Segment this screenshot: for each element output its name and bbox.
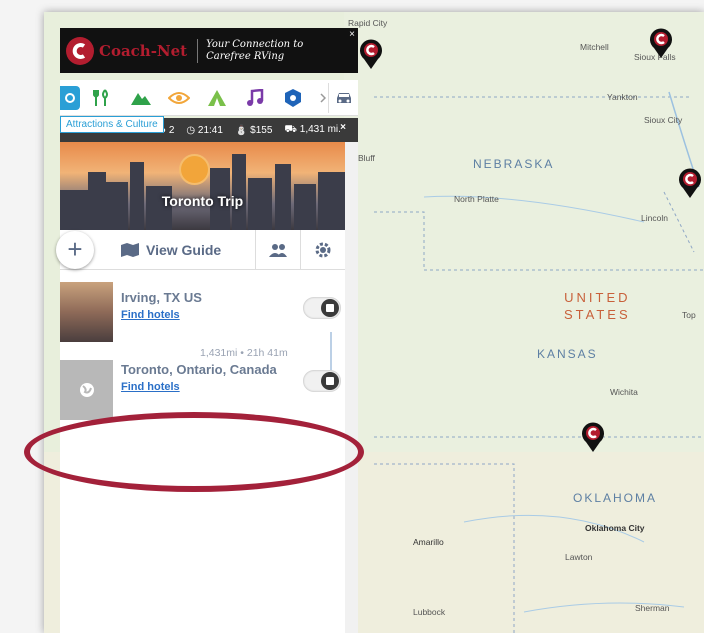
stop-toggle[interactable] bbox=[303, 297, 341, 319]
category-toolbar bbox=[60, 80, 358, 116]
view-guide-button[interactable]: View Guide bbox=[120, 242, 221, 258]
city-label: Amarillo bbox=[413, 537, 444, 547]
country-label-line: UNITED bbox=[564, 290, 631, 305]
city-label: Mitchell bbox=[580, 42, 609, 52]
coachnet-map-pin-icon[interactable] bbox=[649, 28, 673, 58]
coachnet-logo-icon bbox=[66, 36, 94, 65]
distance: ⛟ 1,431 mi. bbox=[284, 123, 341, 135]
stop-name: Toronto, Ontario, Canada bbox=[121, 362, 277, 377]
country-label-line: STATES bbox=[564, 307, 631, 322]
stop-thumbnail bbox=[60, 360, 113, 420]
city-label: Wichita bbox=[610, 387, 638, 397]
toggle-knob bbox=[321, 372, 339, 390]
shield-icon[interactable] bbox=[280, 86, 306, 110]
city-label: North Platte bbox=[454, 194, 499, 204]
globe-icon bbox=[79, 383, 94, 397]
duration-value: 21:41 bbox=[197, 124, 223, 136]
stop-toggle[interactable] bbox=[303, 370, 341, 392]
city-label: Lincoln bbox=[641, 213, 668, 223]
trip-hero-image: Toronto Trip bbox=[60, 142, 345, 230]
coachnet-ad-banner[interactable]: Coach-Net Your Connection to Carefree RV… bbox=[60, 28, 358, 73]
cost-value: $155 bbox=[250, 124, 273, 136]
stop-thumbnail bbox=[60, 282, 113, 342]
find-hotels-link[interactable]: Find hotels bbox=[121, 381, 277, 393]
share-people-icon[interactable] bbox=[255, 229, 300, 270]
ad-tagline: Your Connection to Carefree RVing bbox=[197, 38, 304, 63]
city-label: Bluff bbox=[358, 153, 375, 163]
city-label: Top bbox=[682, 310, 696, 320]
chevron-right-icon[interactable] bbox=[318, 86, 328, 110]
city-label: Sioux City bbox=[644, 115, 683, 125]
toggle-knob bbox=[321, 299, 339, 317]
city-label: Yankton bbox=[607, 92, 638, 102]
cost: ⛄ $155 bbox=[234, 124, 273, 136]
city-label: Lawton bbox=[565, 552, 593, 562]
state-label-kansas: KANSAS bbox=[537, 347, 598, 361]
country-label: UNITED STATES bbox=[564, 289, 631, 323]
city-label: Sherman bbox=[635, 603, 670, 613]
coachnet-map-pin-icon[interactable] bbox=[359, 39, 383, 69]
duration: ◷ 21:41 bbox=[186, 124, 223, 136]
coachnet-map-pin-icon[interactable] bbox=[581, 422, 605, 452]
stops-count-value: 2 bbox=[168, 124, 175, 136]
trip-panel: Toronto Trip + View Guide Irving, TX US … bbox=[24, 142, 364, 633]
eye-icon[interactable] bbox=[166, 86, 192, 110]
add-stop-button[interactable]: + bbox=[56, 230, 94, 269]
car-icon[interactable] bbox=[328, 82, 358, 113]
ad-tagline-line: Your Connection to bbox=[206, 38, 304, 50]
mountain-icon[interactable] bbox=[128, 86, 154, 110]
campground-icon[interactable] bbox=[204, 86, 230, 110]
state-label-oklahoma: OKLAHOMA bbox=[573, 491, 658, 505]
gear-icon[interactable] bbox=[300, 229, 345, 270]
stop-name: Irving, TX US bbox=[121, 290, 202, 305]
music-icon[interactable] bbox=[242, 86, 268, 110]
ad-tagline-line: Carefree RVing bbox=[206, 50, 285, 62]
ad-close-button[interactable]: × bbox=[349, 29, 355, 40]
view-guide-label: View Guide bbox=[146, 241, 222, 258]
category-tooltip: Attractions & Culture bbox=[60, 116, 164, 133]
ad-brand: Coach-Net bbox=[99, 41, 188, 60]
trip-avatar bbox=[179, 154, 210, 185]
restaurant-icon[interactable] bbox=[90, 86, 116, 110]
state-label-nebraska: NEBRASKA bbox=[473, 157, 555, 171]
panel-scrollbar[interactable] bbox=[345, 142, 358, 633]
app-frame: Rapid City Mitchell Sioux Falls Yankton … bbox=[24, 12, 704, 633]
close-trip-button[interactable]: × bbox=[340, 122, 346, 133]
city-label: Rapid City bbox=[348, 18, 388, 28]
city-label: Oklahoma City bbox=[585, 523, 645, 533]
map-guide-icon bbox=[121, 242, 139, 257]
annotation-highlight-ellipse bbox=[24, 412, 364, 492]
trip-toolbar: + View Guide bbox=[56, 229, 345, 270]
trip-title: Toronto Trip bbox=[161, 193, 244, 209]
route-leg-summary: 1,431mi • 21h 41m bbox=[200, 347, 288, 359]
trip-stop-item[interactable]: Irving, TX US Find hotels bbox=[60, 282, 345, 342]
stop-info: Irving, TX US Find hotels bbox=[121, 290, 202, 342]
find-hotels-link[interactable]: Find hotels bbox=[121, 309, 202, 321]
city-label: Lubbock bbox=[413, 607, 446, 617]
camera-icon[interactable] bbox=[60, 85, 80, 110]
distance-value: 1,431 mi. bbox=[299, 123, 341, 135]
coachnet-map-pin-icon[interactable] bbox=[678, 168, 702, 198]
trip-stop-item[interactable]: Toronto, Ontario, Canada Find hotels bbox=[60, 360, 345, 420]
